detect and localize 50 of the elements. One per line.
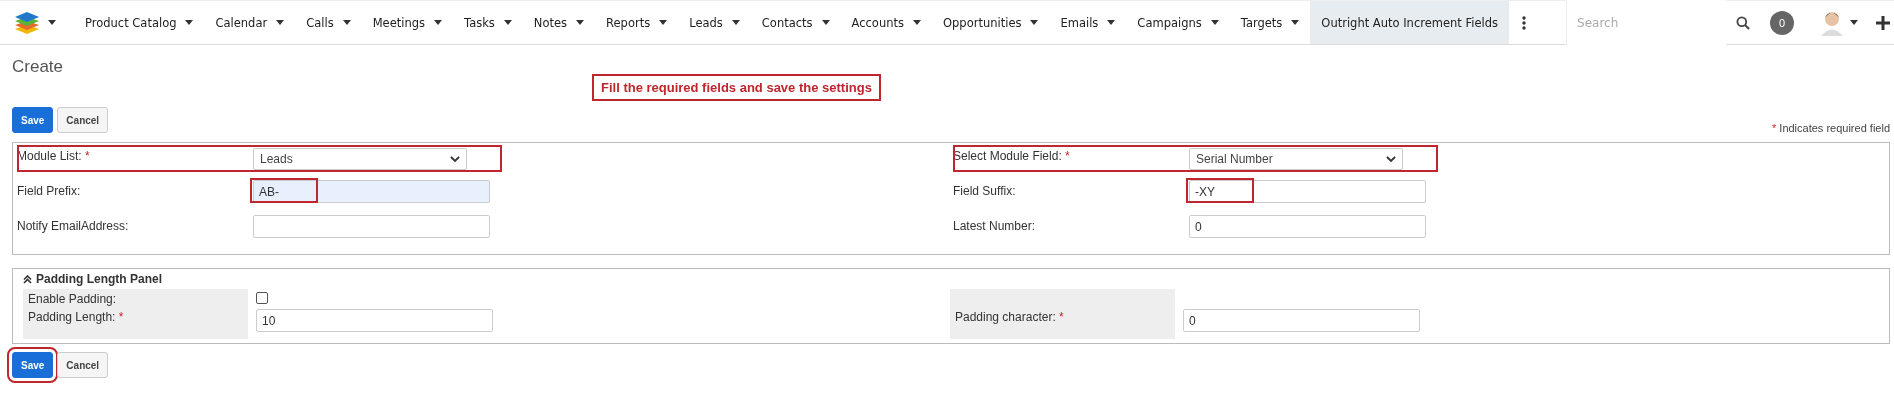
field-label: Enable Padding: [23,289,248,307]
chevron-down-icon[interactable] [1386,155,1396,163]
select-field[interactable]: Serial Number [1189,148,1403,170]
cancel-button[interactable]: Cancel [57,107,109,133]
text-field[interactable]: AB- [253,180,490,203]
nav-tab[interactable]: Product Catalog [74,1,205,44]
page-title: Create [12,57,65,77]
save-button[interactable]: Save [12,107,54,133]
search-icon[interactable] [1736,15,1750,30]
panel-title: Padding Length Panel [36,272,162,286]
nav-tab[interactable]: Accounts [840,1,932,44]
cancel-button[interactable]: Cancel [57,352,109,378]
layers-logo-icon[interactable] [14,10,40,35]
search-field[interactable]: Search [1566,0,1726,45]
nav-tab[interactable]: Contacts [750,1,841,44]
nav-tab[interactable]: Calls [295,1,362,44]
notification-badge[interactable]: 0 [1770,10,1794,35]
field-label: Field Prefix: [17,183,82,198]
text-field[interactable] [253,215,490,238]
chevron-down-icon[interactable] [450,155,460,163]
select-field[interactable]: Leads [253,148,467,170]
nav-tab[interactable]: Tasks [453,1,523,44]
nav-tab[interactable]: Notes [522,1,596,44]
nav-tab[interactable]: Meetings [361,1,454,44]
required-field-note: * Indicates required field [1772,122,1890,134]
field-label: Select Module Field: * [953,148,1071,163]
caret-icon[interactable] [48,20,56,25]
field-label: Padding Length: * [23,307,248,339]
collapse-icon[interactable] [23,274,32,284]
text-field[interactable]: 10 [256,309,493,332]
text-field[interactable]: 0 [1183,309,1420,332]
nav-tab[interactable]: Calendar [204,1,296,44]
nav-tab[interactable]: Outright Auto Increment Fields [1310,1,1510,44]
field-label: Padding character: * [950,307,1175,339]
text-field[interactable]: 0 [1189,215,1426,238]
field-label: Latest Number: [953,218,1037,233]
nav-tab[interactable]: Targets [1229,1,1311,44]
plus-icon[interactable] [1876,15,1890,30]
nav-tab[interactable]: Leads [678,1,751,44]
nav-tab[interactable]: Opportunities [932,1,1050,44]
nav-tab[interactable]: Reports [595,1,679,44]
checkbox[interactable] [256,292,268,304]
nav-tab[interactable]: Campaigns [1126,1,1230,44]
more-icon[interactable] [1522,15,1527,30]
text-field[interactable]: -XY [1189,180,1426,203]
annotation-note: Fill the required fields and save the settings [592,74,881,101]
field-label: Notify EmailAddress: [17,218,130,233]
caret-icon[interactable] [1850,20,1858,25]
nav-tab[interactable]: Emails [1049,1,1127,44]
field-label: Field Suffix: [953,183,1017,198]
